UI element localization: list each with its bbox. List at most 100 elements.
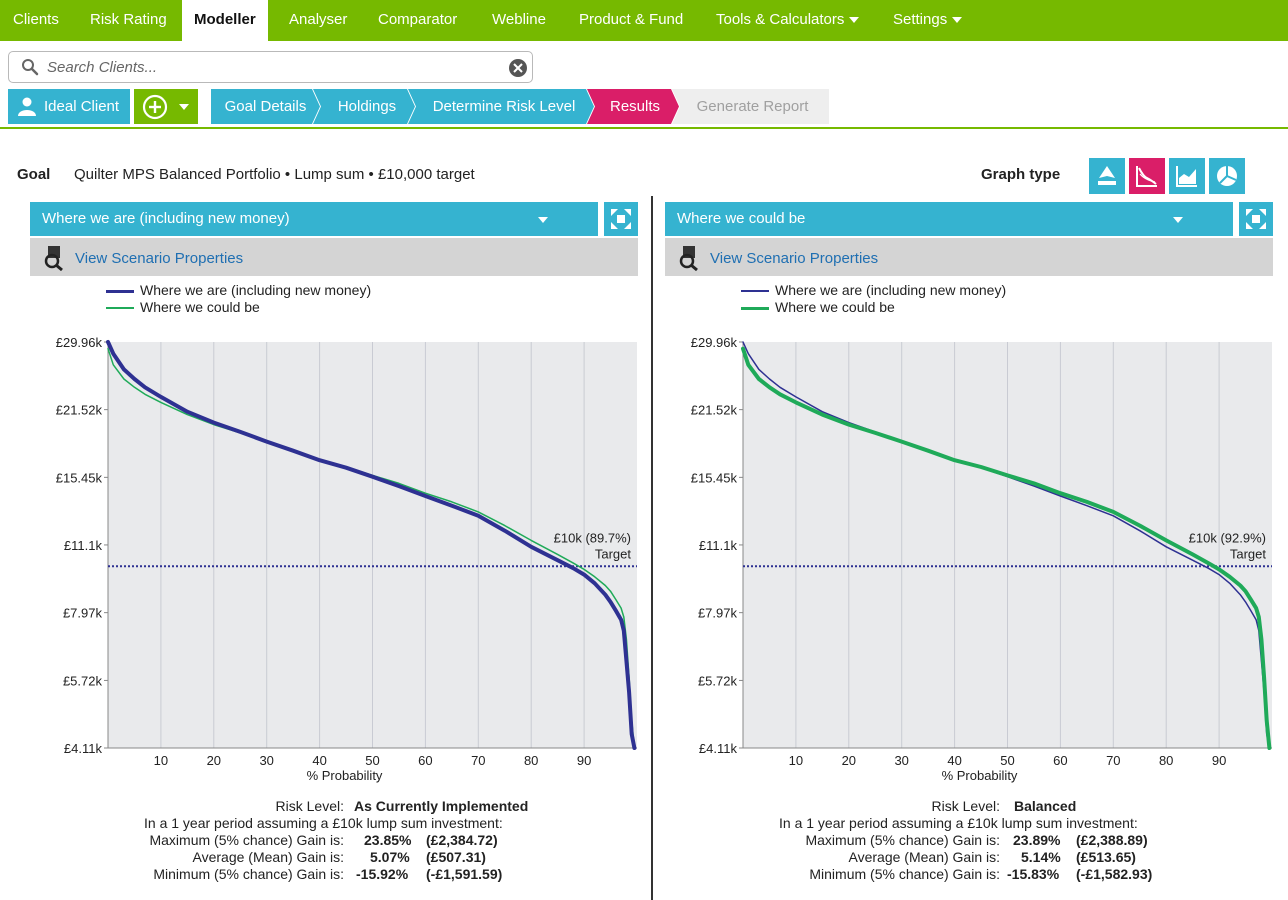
- step-generate-report: Generate Report: [672, 89, 829, 124]
- x-tick-label: 70: [471, 753, 485, 768]
- x-axis-label: % Probability: [307, 768, 383, 783]
- max-gain-label: Maximum (5% chance) Gain is:: [149, 832, 344, 848]
- graph-type-range-button[interactable]: [1089, 158, 1125, 194]
- scenario-select[interactable]: Where we are (including new money): [30, 202, 598, 236]
- avg-gain-amount: (£507.31): [426, 849, 486, 865]
- legend-label: Where we could be: [140, 299, 260, 315]
- search-icon: [22, 59, 39, 76]
- expand-icon: [1246, 209, 1266, 229]
- x-tick-label: 10: [789, 753, 803, 768]
- x-tick-label: 10: [154, 753, 168, 768]
- scenario-search-icon: [44, 246, 63, 271]
- chevron-down-icon: [1173, 217, 1183, 223]
- graph-type-pie-button[interactable]: [1209, 158, 1245, 194]
- scenario-panel-current: Where we are (including new money) View …: [30, 196, 642, 900]
- view-scenario-properties[interactable]: View Scenario Properties: [665, 238, 1273, 276]
- probability-curve-icon: [1136, 166, 1157, 187]
- graph-type-probability-button[interactable]: [1129, 158, 1165, 194]
- avg-gain-pct: 5.14%: [1021, 849, 1061, 865]
- avg-gain-amount: (£513.65): [1076, 849, 1136, 865]
- risk-level-label: Risk Level:: [275, 798, 344, 814]
- max-gain-amount: (£2,388.89): [1076, 832, 1148, 848]
- goal-text: Quilter MPS Balanced Portfolio • Lump su…: [74, 166, 475, 183]
- probability-chart: 10 20 30 40 50 60 70 80 90 £29.96k £21.52k £15.45k £…: [691, 335, 1272, 783]
- nav-modeller[interactable]: Modeller: [182, 0, 268, 41]
- step-goal-details[interactable]: Goal Details: [211, 89, 320, 124]
- x-tick-label: 90: [1212, 753, 1226, 768]
- min-gain-amount: (-£1,591.59): [426, 866, 503, 882]
- legend-item-current: Where we are (including new money): [741, 282, 1006, 299]
- y-tick-label: £29.96k: [56, 335, 103, 350]
- add-button[interactable]: [134, 89, 198, 124]
- step-holdings[interactable]: Holdings: [313, 89, 415, 124]
- x-tick-label: 80: [524, 753, 538, 768]
- x-tick-label: 60: [418, 753, 432, 768]
- legend-swatch: [741, 290, 769, 292]
- y-tick-label: £5.72k: [698, 673, 738, 688]
- nav-product-fund[interactable]: Product & Fund: [579, 0, 683, 41]
- nav-clients[interactable]: Clients: [13, 0, 59, 41]
- legend-swatch: [741, 307, 769, 310]
- y-tick-label: £7.97k: [698, 606, 738, 621]
- step-determine-risk-level[interactable]: Determine Risk Level: [408, 89, 594, 124]
- nav-tools-label: Tools & Calculators: [716, 11, 845, 28]
- y-tick-label: £15.45k: [691, 470, 738, 485]
- view-scenario-properties[interactable]: View Scenario Properties: [30, 238, 638, 276]
- chevron-down-icon: [538, 217, 548, 223]
- nav-comparator[interactable]: Comparator: [378, 0, 457, 41]
- legend-swatch: [106, 290, 134, 293]
- panel-divider: [651, 196, 653, 900]
- y-tick-label: £11.1k: [64, 538, 103, 553]
- goal-label: Goal: [17, 166, 51, 183]
- expand-button[interactable]: [1239, 202, 1273, 236]
- max-gain-pct: 23.89%: [1013, 832, 1061, 848]
- chevron-down-icon: [952, 17, 963, 24]
- scenario-search-icon: [679, 246, 698, 271]
- x-tick-label: 20: [207, 753, 221, 768]
- expand-button[interactable]: [604, 202, 638, 236]
- probability-chart: 10 20 30 40 50 60 70 80 90 £29.96k £21.52k £15.45k £…: [56, 335, 637, 783]
- nav-settings[interactable]: Settings: [893, 0, 963, 41]
- risk-level-label: Risk Level:: [931, 798, 1000, 814]
- x-tick-label: 50: [1000, 753, 1014, 768]
- chevron-down-icon: [849, 17, 860, 24]
- x-tick-label: 40: [947, 753, 961, 768]
- search-input[interactable]: [47, 56, 507, 78]
- nav-analyser[interactable]: Analyser: [289, 0, 347, 41]
- y-tick-label: £29.96k: [691, 335, 738, 350]
- nav-settings-label: Settings: [893, 11, 948, 28]
- client-button[interactable]: Ideal Client: [8, 89, 130, 124]
- min-gain-pct: -15.83%: [1007, 866, 1060, 882]
- top-nav: Clients Risk Rating Modeller Analyser Co…: [0, 0, 1288, 41]
- avg-gain-pct: 5.07%: [370, 849, 410, 865]
- legend-item-could-be: Where we could be: [106, 299, 371, 316]
- x-tick-label: 50: [365, 753, 379, 768]
- pie-chart-icon: [1217, 166, 1237, 186]
- target-word-label: Target: [595, 546, 632, 561]
- scenario-select[interactable]: Where we could be: [665, 202, 1233, 236]
- period-text: In a 1 year period assuming a £10k lump …: [779, 815, 1138, 831]
- legend-swatch: [106, 307, 134, 309]
- nav-tools-calculators[interactable]: Tools & Calculators: [716, 0, 860, 41]
- graph-type-area-button[interactable]: [1169, 158, 1205, 194]
- target-word-label: Target: [1230, 546, 1267, 561]
- clear-search-icon[interactable]: [508, 58, 528, 78]
- nav-webline[interactable]: Webline: [492, 0, 546, 41]
- target-value-label: £10k (92.9%): [1189, 530, 1266, 545]
- view-scenario-properties-link: View Scenario Properties: [75, 250, 244, 267]
- header-divider: [0, 127, 1288, 129]
- legend-label: Where we are (including new money): [140, 282, 372, 298]
- step-results[interactable]: Results: [587, 89, 679, 124]
- min-gain-amount: (-£1,582.93): [1076, 866, 1153, 882]
- y-tick-label: £15.45k: [56, 470, 103, 485]
- y-tick-label: £21.52k: [691, 403, 738, 418]
- x-tick-label: 40: [312, 753, 326, 768]
- nav-risk-rating[interactable]: Risk Rating: [90, 0, 167, 41]
- y-tick-label: £7.97k: [63, 606, 103, 621]
- y-tick-label: £4.11k: [64, 741, 103, 756]
- min-gain-label: Minimum (5% chance) Gain is:: [153, 866, 344, 882]
- max-gain-pct: 23.85%: [364, 832, 412, 848]
- client-name: Ideal Client: [44, 98, 120, 115]
- x-tick-label: 30: [894, 753, 908, 768]
- legend-item-could-be: Where we could be: [741, 299, 1006, 316]
